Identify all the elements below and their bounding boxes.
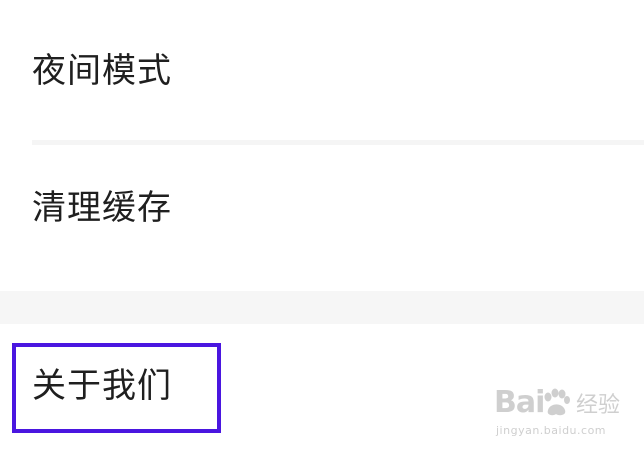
settings-item-label: 清理缓存	[32, 188, 172, 228]
settings-item-clear-cache[interactable]: 清理缓存	[0, 145, 644, 291]
settings-item-label: 夜间模式	[32, 51, 172, 91]
settings-item-label: 关于我们	[32, 366, 172, 406]
settings-item-about-us[interactable]: 关于我们	[0, 324, 644, 456]
settings-list: 夜间模式 清理缓存 关于我们 Bai 经验 jingyan.baidu.com	[0, 0, 644, 456]
settings-item-night-mode[interactable]: 夜间模式	[0, 0, 644, 140]
section-gap	[0, 291, 644, 324]
